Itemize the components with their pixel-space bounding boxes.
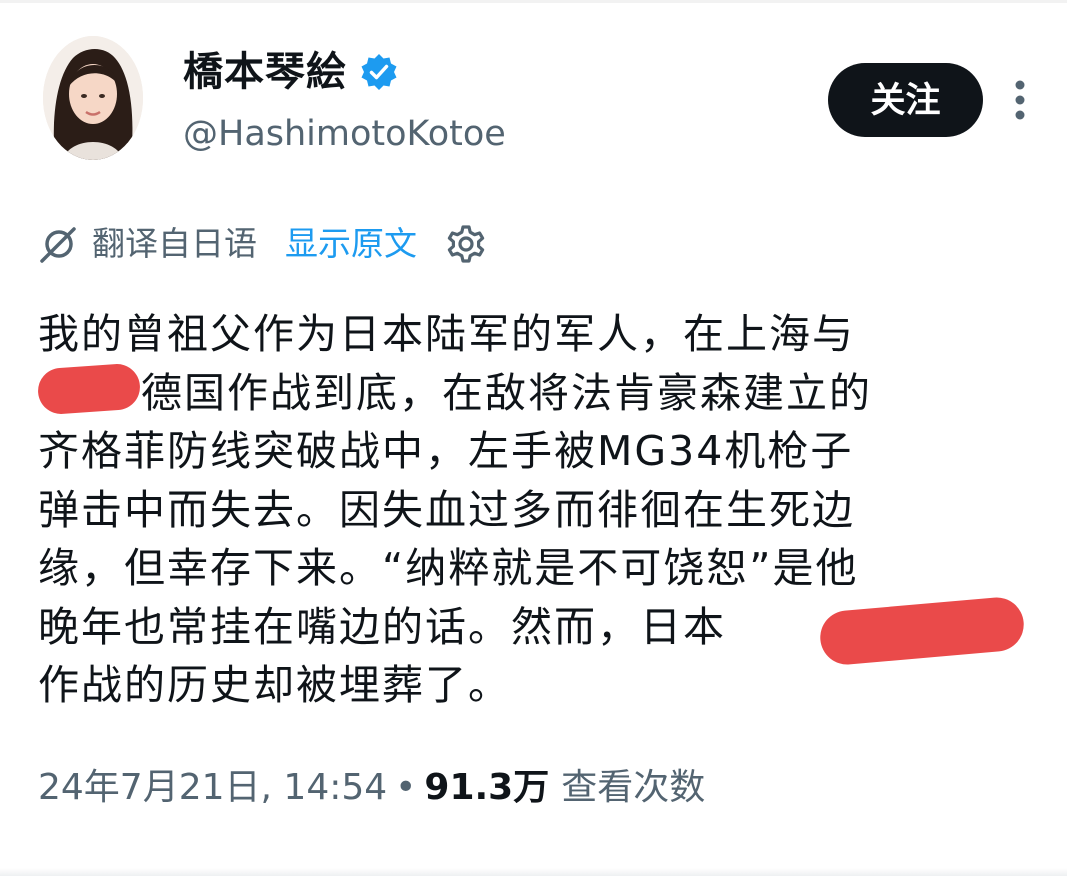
author-name-row[interactable]: 橋本琴絵 <box>183 48 399 96</box>
redaction-mark <box>36 362 142 416</box>
tweet-line: 齐格菲防线突破战中，左手被MG34机枪子 <box>38 427 854 475</box>
more-vertical-icon[interactable] <box>1010 79 1030 121</box>
verified-badge-icon[interactable] <box>359 52 399 92</box>
views-count: 91.3万 <box>424 767 550 808</box>
author-handle[interactable]: @HashimotoKotoe <box>183 112 506 156</box>
author-display-name[interactable]: 橋本琴絵 <box>183 48 347 96</box>
tweet-line: 德国作战到底，在敌将法肯豪森建立的 <box>38 364 1028 423</box>
tweet-line: 弹击中而失去。因失血过多而徘徊在生死边 <box>38 485 855 534</box>
avatar[interactable] <box>43 36 143 160</box>
tweet-timestamp[interactable]: 24年7月21日, 14:54 <box>38 762 387 814</box>
show-original-link[interactable]: 显示原文 <box>285 222 417 266</box>
top-divider <box>0 0 1067 3</box>
tweet-line: 我的曾祖父作为日本陆军的军人，在上海与 <box>38 310 855 358</box>
tweet-line: 缘，但幸存下来。“纳粹就是不可饶恕”是他 <box>38 544 859 592</box>
translated-from-label: 翻译自日语 <box>92 224 257 263</box>
tweet-line: 作战的历史却被埋葬了。 <box>38 661 511 709</box>
views-label: 查看次数 <box>561 767 706 808</box>
bottom-divider <box>0 868 1067 876</box>
follow-button[interactable]: 关注 <box>828 63 983 137</box>
avatar-image <box>43 36 143 160</box>
translation-bar: 翻译自日语 显示原文 <box>38 222 487 266</box>
tweet-line-text: 德国作战到底，在敌将法肯豪森建立的 <box>141 368 872 417</box>
meta-separator: • <box>395 767 417 808</box>
tweet-meta: 24年7月21日, 14:54 • 91.3万 查看次数 <box>38 762 705 814</box>
gear-icon[interactable] <box>445 223 487 265</box>
translate-icon <box>38 224 78 264</box>
